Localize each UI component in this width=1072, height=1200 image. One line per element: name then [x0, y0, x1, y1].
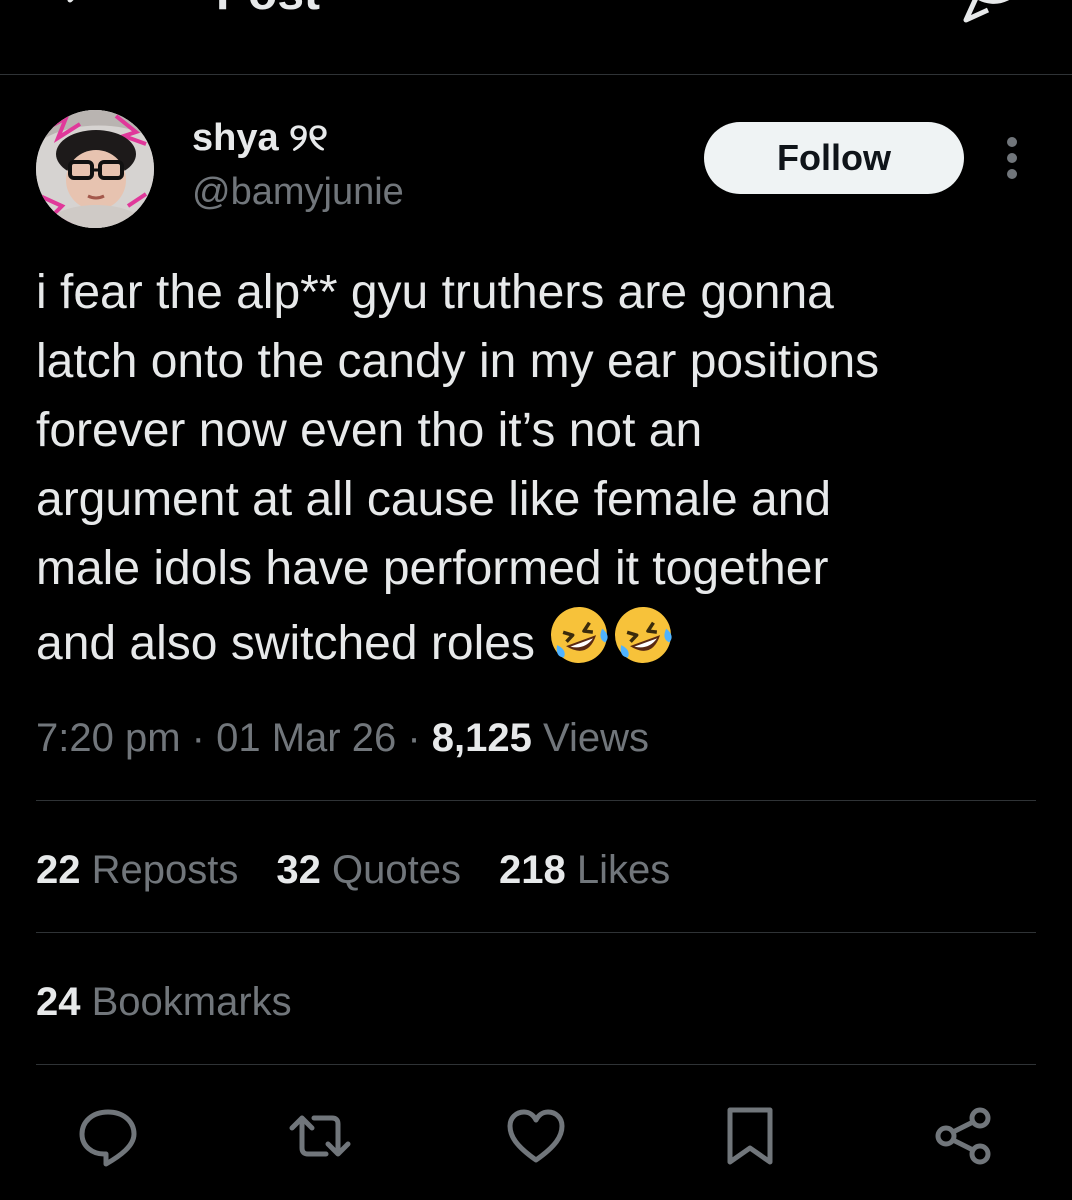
emoji-group — [547, 603, 675, 686]
tweet-time[interactable]: 7:20 pm — [36, 716, 181, 760]
bookmark-icon — [727, 1107, 773, 1165]
tweet-date[interactable]: 01 Mar 26 — [216, 716, 396, 760]
repost-icon — [289, 1115, 351, 1157]
meta-separator: · — [407, 716, 421, 760]
top-bar: Post — [0, 0, 1072, 75]
more-vertical-icon — [1007, 137, 1017, 179]
like-icon — [507, 1109, 565, 1163]
author-handle[interactable]: @bamyjunie — [192, 170, 404, 214]
author-display-name[interactable]: shya ୨୧ — [192, 116, 328, 160]
divider — [36, 1064, 1036, 1065]
tweet-text: i fear the alp** gyu truthers are gonna … — [36, 258, 1036, 686]
profile-photo — [36, 110, 154, 228]
reply-icon — [79, 1109, 137, 1167]
share-button[interactable] — [932, 1104, 996, 1168]
tweet-meta: 7:20 pm · 01 Mar 26 · 8,125 Views — [36, 712, 649, 764]
tweet-text-content: i fear the alp** gyu truthers are gonna … — [36, 266, 880, 670]
back-button[interactable] — [58, 0, 102, 22]
views-label: Views — [543, 716, 650, 760]
share-icon — [935, 1107, 991, 1165]
reply-button[interactable] — [76, 1104, 140, 1168]
reply-top-button[interactable] — [962, 0, 1026, 24]
like-button[interactable] — [504, 1104, 568, 1168]
bookmarks-count: 24 — [36, 980, 81, 1024]
reposts-stat[interactable]: 22 Reposts — [36, 848, 238, 892]
divider — [36, 800, 1036, 801]
arrow-left-icon — [67, 0, 74, 3]
reply-icon — [963, 0, 1009, 23]
page-title: Post — [216, 0, 320, 18]
meta-separator: · — [191, 716, 205, 760]
engagement-stats: 22 Reposts 32 Quotes 218 Likes — [36, 844, 708, 896]
follow-button[interactable]: Follow — [704, 122, 964, 194]
likes-stat[interactable]: 218 Likes — [499, 848, 670, 892]
bookmarks-stat[interactable]: 24 Bookmarks — [36, 976, 292, 1028]
divider — [36, 932, 1036, 933]
repost-button[interactable] — [288, 1104, 352, 1168]
more-options-button[interactable] — [996, 136, 1028, 184]
bookmark-button[interactable] — [718, 1104, 782, 1168]
rolling-on-floor-laughing-emoji — [550, 607, 672, 663]
views-count: 8,125 — [431, 716, 532, 760]
bookmarks-label: Bookmarks — [91, 980, 292, 1024]
quotes-stat[interactable]: 32 Quotes — [276, 848, 461, 892]
avatar[interactable] — [36, 110, 154, 228]
